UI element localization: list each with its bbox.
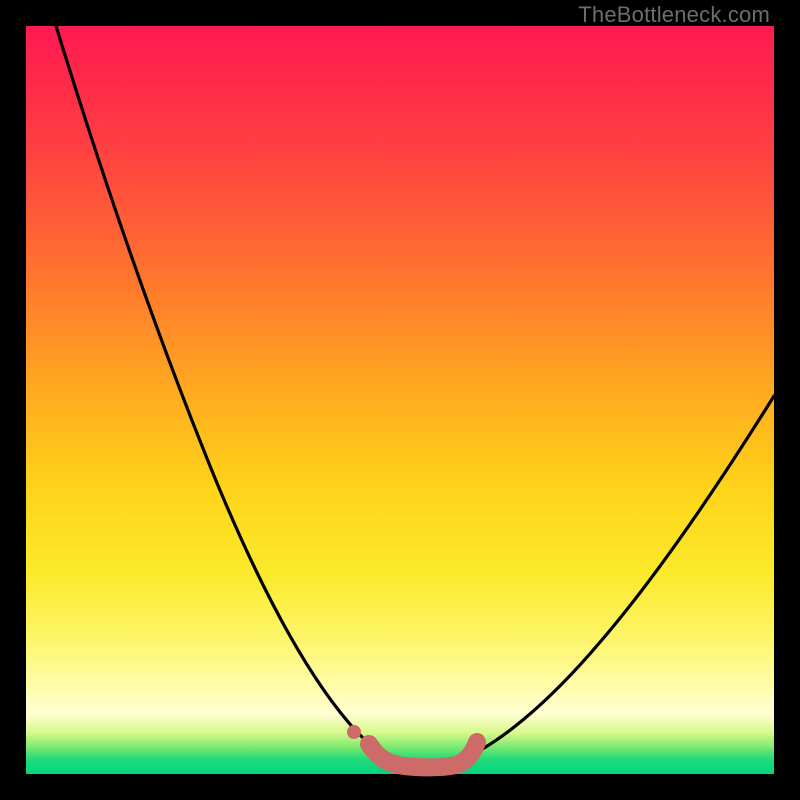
chart-frame: TheBottleneck.com bbox=[0, 0, 800, 800]
left-branch-curve bbox=[56, 26, 398, 761]
right-branch-curve bbox=[458, 396, 774, 761]
valley-marker-dot bbox=[347, 725, 361, 739]
attribution-text: TheBottleneck.com bbox=[578, 2, 770, 28]
valley-marker bbox=[369, 742, 477, 767]
curve-layer bbox=[26, 26, 774, 774]
